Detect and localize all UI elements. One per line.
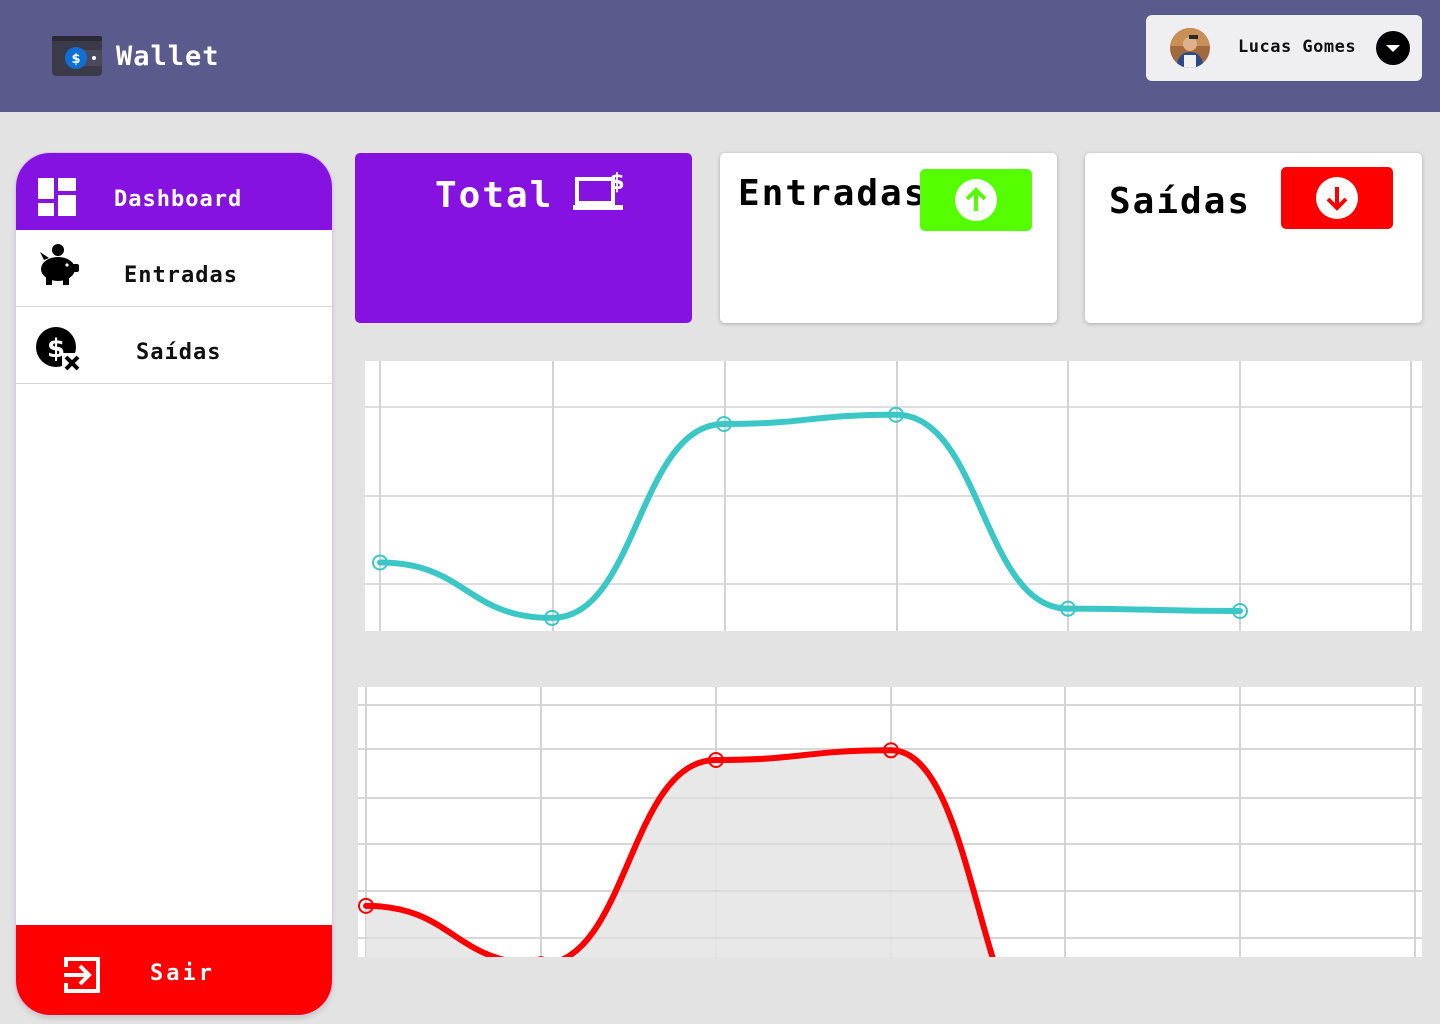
saidas-area-chart — [358, 687, 1422, 957]
logout-label: Sair — [150, 961, 215, 986]
entradas-title: Entradas — [738, 173, 928, 214]
saidas-card: Saídas — [1085, 153, 1422, 323]
user-name: Lucas Gomes — [1238, 37, 1357, 57]
entradas-card: Entradas — [720, 153, 1057, 323]
series-area — [366, 750, 1241, 957]
series-line — [377, 411, 1243, 621]
svg-text:$: $ — [609, 170, 624, 195]
sidebar-item-label: Entradas — [124, 263, 238, 288]
brand[interactable]: $ Wallet — [52, 36, 220, 76]
exit-icon — [64, 957, 100, 993]
entradas-chart — [365, 361, 1422, 631]
wallet-icon: $ — [52, 36, 102, 76]
sidebar: Dashboard Entradas $ Saídas Sair — [16, 153, 332, 1015]
saidas-badge[interactable] — [1281, 167, 1393, 229]
arrow-down-circle-icon — [1316, 177, 1358, 219]
sidebar-item-dashboard[interactable]: Dashboard — [16, 153, 332, 230]
avatar[interactable] — [1170, 28, 1210, 68]
logout-button[interactable]: Sair — [16, 925, 332, 1015]
sidebar-item-saidas[interactable]: $ Saídas — [16, 307, 332, 384]
sidebar-item-entradas[interactable]: Entradas — [16, 230, 332, 307]
svg-text:$: $ — [71, 52, 80, 67]
sidebar-item-label: Saídas — [136, 340, 222, 365]
arrow-up-circle-icon — [955, 179, 997, 221]
top-bar: $ Wallet Lucas Gomes — [0, 0, 1440, 112]
dashboard-icon — [38, 178, 76, 216]
brand-title: Wallet — [116, 40, 220, 72]
sidebar-item-label: Dashboard — [114, 187, 243, 212]
saidas-chart — [358, 687, 1422, 957]
piggy-bank-icon — [40, 244, 79, 285]
entradas-line-chart — [365, 361, 1422, 631]
total-title: Total — [435, 175, 554, 216]
entradas-badge[interactable] — [920, 169, 1032, 231]
total-card: Total $ — [355, 153, 692, 323]
dollar-remove-icon: $ — [36, 327, 82, 373]
laptop-dollar-icon: $ — [573, 170, 625, 210]
chevron-down-icon[interactable] — [1376, 31, 1410, 65]
user-profile[interactable]: Lucas Gomes — [1146, 15, 1422, 81]
saidas-title: Saídas — [1109, 181, 1252, 222]
